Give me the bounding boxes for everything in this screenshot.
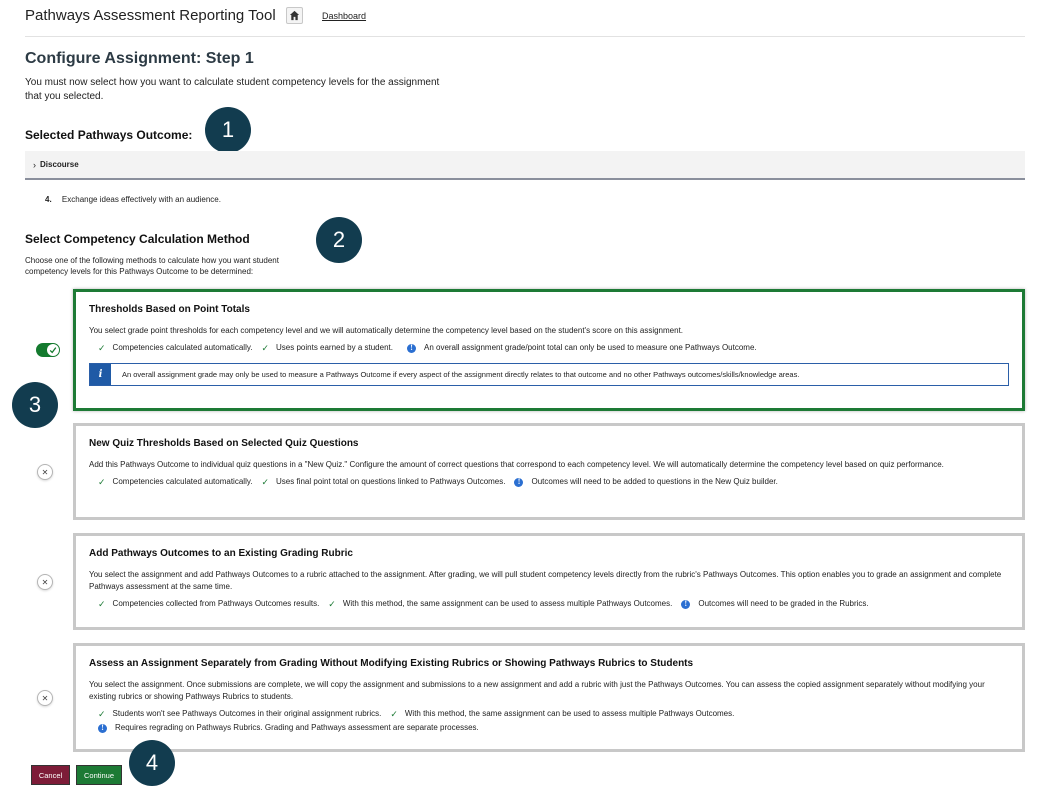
app-title: Pathways Assessment Reporting Tool	[25, 7, 276, 24]
info-icon: i	[90, 364, 111, 385]
feature-pro: ✓ Students won't see Pathways Outcomes in…	[98, 709, 382, 719]
feature-note: ! Outcomes will need to be added to quest…	[514, 476, 778, 488]
method-description: You select grade point thresholds for ea…	[89, 326, 684, 335]
method-title: New Quiz Thresholds Based on Selected Qu…	[89, 438, 359, 449]
outcome-accordion[interactable]: › Discourse	[25, 151, 1025, 180]
close-icon: ✕	[41, 577, 49, 587]
method-features: ! Requires regrading on Pathways Rubrics.…	[89, 722, 1009, 734]
method-description: You select the assignment and add Pathwa…	[89, 570, 1002, 591]
method-2-toggle[interactable]: ✕	[37, 464, 53, 480]
check-icon: ✓	[98, 343, 106, 353]
method-title: Add Pathways Outcomes to an Existing Gra…	[89, 548, 353, 559]
method-features: ✓ Students won't see Pathways Outcomes in…	[89, 708, 1009, 720]
cancel-button[interactable]: Cancel	[31, 765, 70, 785]
outcome-item-number: 4.	[45, 195, 52, 204]
accordion-label: Discourse	[40, 160, 79, 169]
info-alert: i An overall assignment grade may only b…	[89, 363, 1009, 386]
method-features: ✓ Competencies collected from Pathways Ou…	[89, 598, 1009, 610]
method-card-point-thresholds[interactable]: Thresholds Based on Point Totals You sel…	[73, 289, 1025, 411]
close-icon: ✕	[41, 693, 49, 703]
check-icon: ✓	[98, 599, 106, 609]
feature-pro: ✓ With this method, the same assignment c…	[328, 599, 673, 609]
method-1-toggle[interactable]	[36, 343, 60, 357]
method-3-toggle[interactable]: ✕	[37, 574, 53, 590]
check-icon: ✓	[328, 599, 336, 609]
check-icon: ✓	[390, 709, 398, 719]
feature-pro: ✓ Competencies calculated automatically.	[98, 477, 253, 487]
feature-pro: ✓ Uses final point total on questions lin…	[261, 477, 506, 487]
callout-4: 4	[129, 740, 175, 786]
continue-button[interactable]: Continue	[76, 765, 122, 785]
info-icon: !	[98, 723, 107, 733]
feature-pro: ✓ Uses points earned by a student.	[261, 343, 393, 353]
outcome-item: 4. Exchange ideas effectively with an au…	[45, 195, 221, 204]
home-icon	[289, 10, 300, 21]
method-card-existing-rubric[interactable]: Add Pathways Outcomes to an Existing Gra…	[73, 533, 1025, 630]
check-icon	[47, 344, 59, 356]
check-icon: ✓	[98, 709, 106, 719]
callout-1: 1	[205, 107, 251, 153]
chevron-right-icon: ›	[33, 159, 36, 170]
close-icon: ✕	[41, 467, 49, 477]
info-icon: !	[406, 343, 416, 353]
calc-method-heading: Select Competency Calculation Method	[25, 232, 250, 246]
info-icon: !	[514, 477, 524, 487]
header-divider	[25, 36, 1025, 37]
method-card-separate-assessment[interactable]: Assess an Assignment Separately from Gra…	[73, 643, 1025, 752]
page-description: You must now select how you want to calc…	[25, 77, 440, 102]
method-card-new-quiz-thresholds[interactable]: New Quiz Thresholds Based on Selected Qu…	[73, 423, 1025, 520]
method-features: ✓ Competencies calculated automatically. …	[89, 342, 1009, 354]
outcome-item-text: Exchange ideas effectively with an audie…	[61, 195, 221, 204]
feature-pro: ✓ With this method, the same assignment c…	[390, 709, 735, 719]
dashboard-link[interactable]: Dashboard	[322, 11, 366, 21]
feature-pro: ✓ Competencies collected from Pathways Ou…	[98, 599, 320, 609]
method-4-toggle[interactable]: ✕	[37, 690, 53, 706]
callout-3: 3	[12, 382, 58, 428]
home-button[interactable]	[286, 7, 303, 24]
alert-text: An overall assignment grade may only be …	[122, 370, 800, 379]
feature-note: ! An overall assignment grade/point total…	[406, 342, 757, 354]
check-icon: ✓	[261, 343, 270, 353]
outcome-heading: Selected Pathways Outcome:	[25, 128, 193, 142]
feature-note: ! Outcomes will need to be graded in the …	[681, 598, 869, 610]
check-icon: ✓	[261, 477, 270, 487]
check-icon: ✓	[98, 477, 106, 487]
callout-2: 2	[316, 217, 362, 263]
method-description: You select the assignment. Once submissi…	[89, 680, 985, 701]
info-icon: !	[681, 599, 691, 609]
method-description: Add this Pathways Outcome to individual …	[89, 460, 944, 469]
feature-note: ! Requires regrading on Pathways Rubrics.…	[98, 722, 479, 734]
method-title: Thresholds Based on Point Totals	[89, 304, 250, 315]
feature-pro: ✓ Competencies calculated automatically.	[98, 343, 253, 353]
method-title: Assess an Assignment Separately from Gra…	[89, 658, 694, 669]
method-features: ✓ Competencies calculated automatically. …	[89, 476, 1009, 488]
page-title: Configure Assignment: Step 1	[25, 50, 254, 67]
calc-method-description: Choose one of the following methods to c…	[25, 256, 279, 276]
